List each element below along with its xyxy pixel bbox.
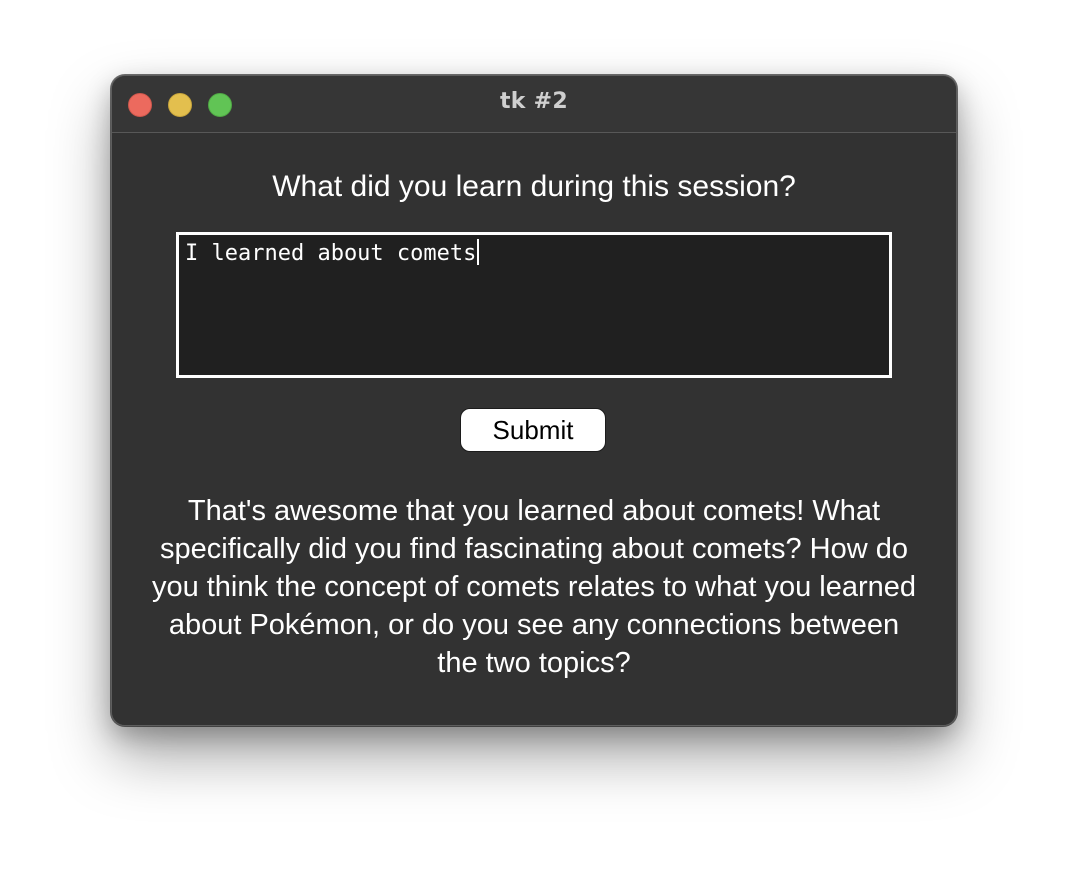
answer-text[interactable]: I learned about comets xyxy=(185,241,476,266)
response-line: specifically did you find fascinating ab… xyxy=(160,533,908,565)
desktop: tk #2 What did you learn during this ses… xyxy=(0,0,1068,874)
response-line: That's awesome that you learned about co… xyxy=(187,495,881,527)
response-text: That's awesome that you learned about co… xyxy=(130,492,938,682)
response-line: you think the concept of comets relates … xyxy=(151,571,917,603)
answer-textbox[interactable]: I learned about comets xyxy=(176,232,892,378)
window-content: What did you learn during this session? … xyxy=(112,133,956,725)
text-cursor xyxy=(477,239,480,265)
submit-button[interactable]: Submit xyxy=(460,408,606,452)
app-window: tk #2 What did you learn during this ses… xyxy=(111,75,957,726)
window-title: tk #2 xyxy=(499,89,569,114)
response-line: the two topics? xyxy=(437,647,631,679)
title-bar[interactable]: tk #2 xyxy=(112,76,956,133)
response-line: about Pokémon, or do you see any connect… xyxy=(168,609,900,641)
question-label: What did you learn during this session? xyxy=(272,170,796,203)
